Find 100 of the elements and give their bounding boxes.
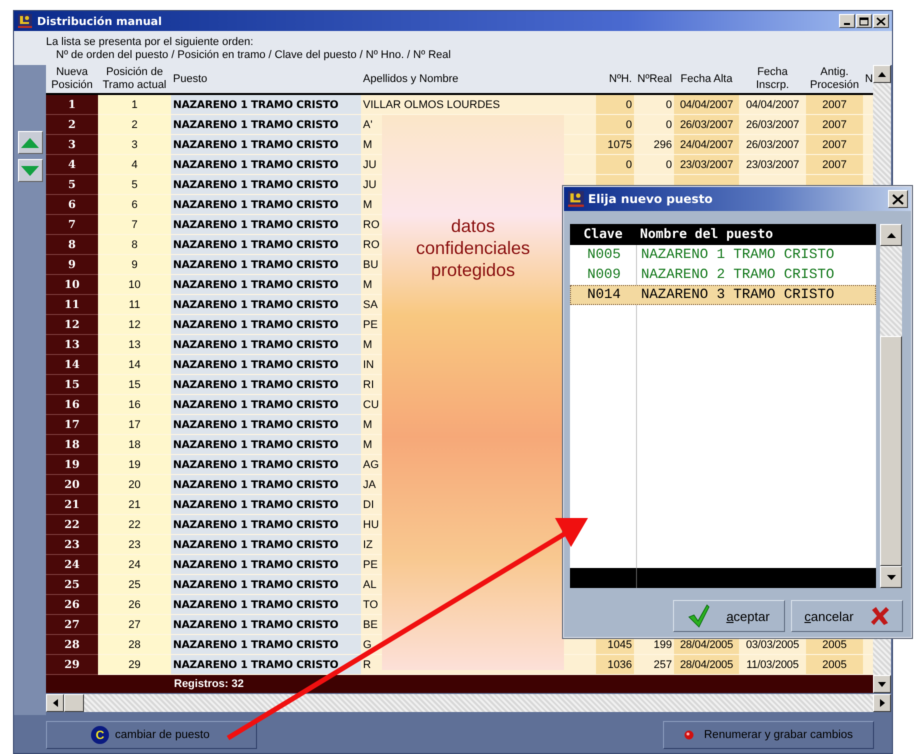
tramo-cell: 11 xyxy=(98,295,171,315)
tramo-cell: 29 xyxy=(98,655,171,675)
tramo-cell: 17 xyxy=(98,415,171,435)
accept-button[interactable]: aceptar xyxy=(673,600,785,632)
position-cell: 12 xyxy=(46,315,98,335)
column-header[interactable]: Posición de Tramo actual xyxy=(100,66,169,92)
tramo-cell: 18 xyxy=(98,435,171,455)
triangle-down-icon xyxy=(21,166,39,176)
puesto-cell: NAZARENO 1 TRAMO CRISTO xyxy=(171,575,361,595)
position-cell: 18 xyxy=(46,435,98,455)
column-header[interactable]: NºH. xyxy=(609,72,632,86)
column-header[interactable]: Puesto xyxy=(173,72,208,86)
vertical-scrollbar[interactable] xyxy=(880,224,902,588)
puesto-cell: NAZARENO 1 TRAMO CRISTO xyxy=(171,355,361,375)
puesto-cell: NAZARENO 1 TRAMO CRISTO xyxy=(171,415,361,435)
puesto-cell: NAZARENO 1 TRAMO CRISTO xyxy=(171,455,361,475)
tramo-cell: 3 xyxy=(98,135,171,155)
column-header[interactable]: Fecha Alta xyxy=(680,72,732,86)
date-cell: 24/04/2007 xyxy=(674,135,739,155)
number-cell: 0 xyxy=(634,115,674,135)
maximize-button[interactable] xyxy=(856,14,872,28)
number-cell: 0 xyxy=(634,155,674,175)
puesto-cell: NAZARENO 1 TRAMO CRISTO xyxy=(171,475,361,495)
tramo-cell: 2 xyxy=(98,115,171,135)
column-header[interactable]: NºReal xyxy=(637,72,672,86)
window-title: Distribución manual xyxy=(37,14,162,28)
position-cell: 6 xyxy=(46,195,98,215)
position-cell: 10 xyxy=(46,275,98,295)
number-cell: 0 xyxy=(596,115,634,135)
records-count: Registros: 32 xyxy=(174,678,244,690)
tramo-cell: 6 xyxy=(98,195,171,215)
scroll-right-button[interactable] xyxy=(873,694,891,712)
tramo-cell: 16 xyxy=(98,395,171,415)
tramo-cell: 27 xyxy=(98,615,171,635)
checkmark-icon xyxy=(688,604,710,628)
column-header[interactable]: Apellidos y Nombre xyxy=(363,72,458,86)
scroll-up-button[interactable] xyxy=(880,224,902,246)
column-header[interactable]: Fecha Inscrp. xyxy=(741,66,804,92)
puesto-cell: NAZARENO 1 TRAMO CRISTO xyxy=(171,655,361,675)
list-item[interactable]: N014 NAZARENO 3 TRAMO CRISTO xyxy=(570,285,876,305)
position-cell: 7 xyxy=(46,215,98,235)
position-cell: 29 xyxy=(46,655,98,675)
position-cell: 8 xyxy=(46,235,98,255)
position-cell: 25 xyxy=(46,575,98,595)
puesto-cell: NAZARENO 1 TRAMO CRISTO xyxy=(171,115,361,135)
column-header[interactable]: Nueva Posición xyxy=(48,66,96,92)
position-cell: 5 xyxy=(46,175,98,195)
scroll-left-button[interactable] xyxy=(46,694,64,712)
number-cell: 0 xyxy=(596,155,634,175)
tramo-cell: 23 xyxy=(98,535,171,555)
scroll-up-button[interactable] xyxy=(873,65,891,83)
tramo-cell: 28 xyxy=(98,635,171,655)
number-cell: 257 xyxy=(634,655,674,675)
table-cell xyxy=(863,95,873,115)
puesto-cell: NAZARENO 1 TRAMO CRISTO xyxy=(171,435,361,455)
order-note: La lista se presenta por el siguiente orden: xyxy=(46,36,254,49)
date-cell: 11/03/2005 xyxy=(739,655,806,675)
renumber-save-button[interactable]: Renumerar y grabar cambios xyxy=(663,721,874,749)
position-cell: 11 xyxy=(46,295,98,315)
triangle-up-icon xyxy=(21,138,39,148)
number-cell: 1036 xyxy=(596,655,634,675)
tramo-cell: 10 xyxy=(98,275,171,295)
puesto-cell: NAZARENO 1 TRAMO CRISTO xyxy=(171,595,361,615)
puesto-cell: NAZARENO 1 TRAMO CRISTO xyxy=(171,175,361,195)
app-logo-icon xyxy=(567,190,585,208)
position-cell: 16 xyxy=(46,395,98,415)
tramo-cell: 12 xyxy=(98,315,171,335)
puesto-cell: NAZARENO 1 TRAMO CRISTO xyxy=(171,235,361,255)
position-cell: 3 xyxy=(46,135,98,155)
minimize-button[interactable] xyxy=(839,14,855,28)
puesto-cell: NAZARENO 1 TRAMO CRISTO xyxy=(171,295,361,315)
puesto-cell: NAZARENO 1 TRAMO CRISTO xyxy=(171,275,361,295)
tramo-cell: 15 xyxy=(98,375,171,395)
app-logo-icon xyxy=(17,13,33,29)
puesto-cell: NAZARENO 1 TRAMO CRISTO xyxy=(171,315,361,335)
scroll-down-button[interactable] xyxy=(873,675,891,693)
change-position-button[interactable]: C cambiar de puesto xyxy=(46,721,257,749)
close-button[interactable] xyxy=(888,190,908,208)
column-header[interactable]: N xyxy=(865,72,873,86)
date-cell: 26/03/2007 xyxy=(739,115,806,135)
cancel-button[interactable]: cancelar xyxy=(791,600,903,632)
move-up-button[interactable] xyxy=(18,131,42,154)
tramo-cell: 8 xyxy=(98,235,171,255)
number-cell: 0 xyxy=(596,95,634,115)
table-cell xyxy=(863,115,873,135)
puesto-cell: NAZARENO 1 TRAMO CRISTO xyxy=(171,515,361,535)
move-down-button[interactable] xyxy=(18,159,42,182)
table-cell xyxy=(863,155,873,175)
scroll-thumb[interactable] xyxy=(880,336,902,566)
position-cell: 1 xyxy=(46,95,98,115)
column-header[interactable]: Antig. Procesión xyxy=(808,66,861,92)
close-button[interactable] xyxy=(873,14,889,28)
year-cell: 2007 xyxy=(806,95,863,115)
scroll-down-button[interactable] xyxy=(880,566,902,588)
dot-icon xyxy=(684,730,694,740)
position-cell: 20 xyxy=(46,475,98,495)
position-cell: 17 xyxy=(46,415,98,435)
minimize-icon xyxy=(844,22,850,24)
tramo-cell: 4 xyxy=(98,155,171,175)
scroll-thumb[interactable] xyxy=(64,694,84,712)
